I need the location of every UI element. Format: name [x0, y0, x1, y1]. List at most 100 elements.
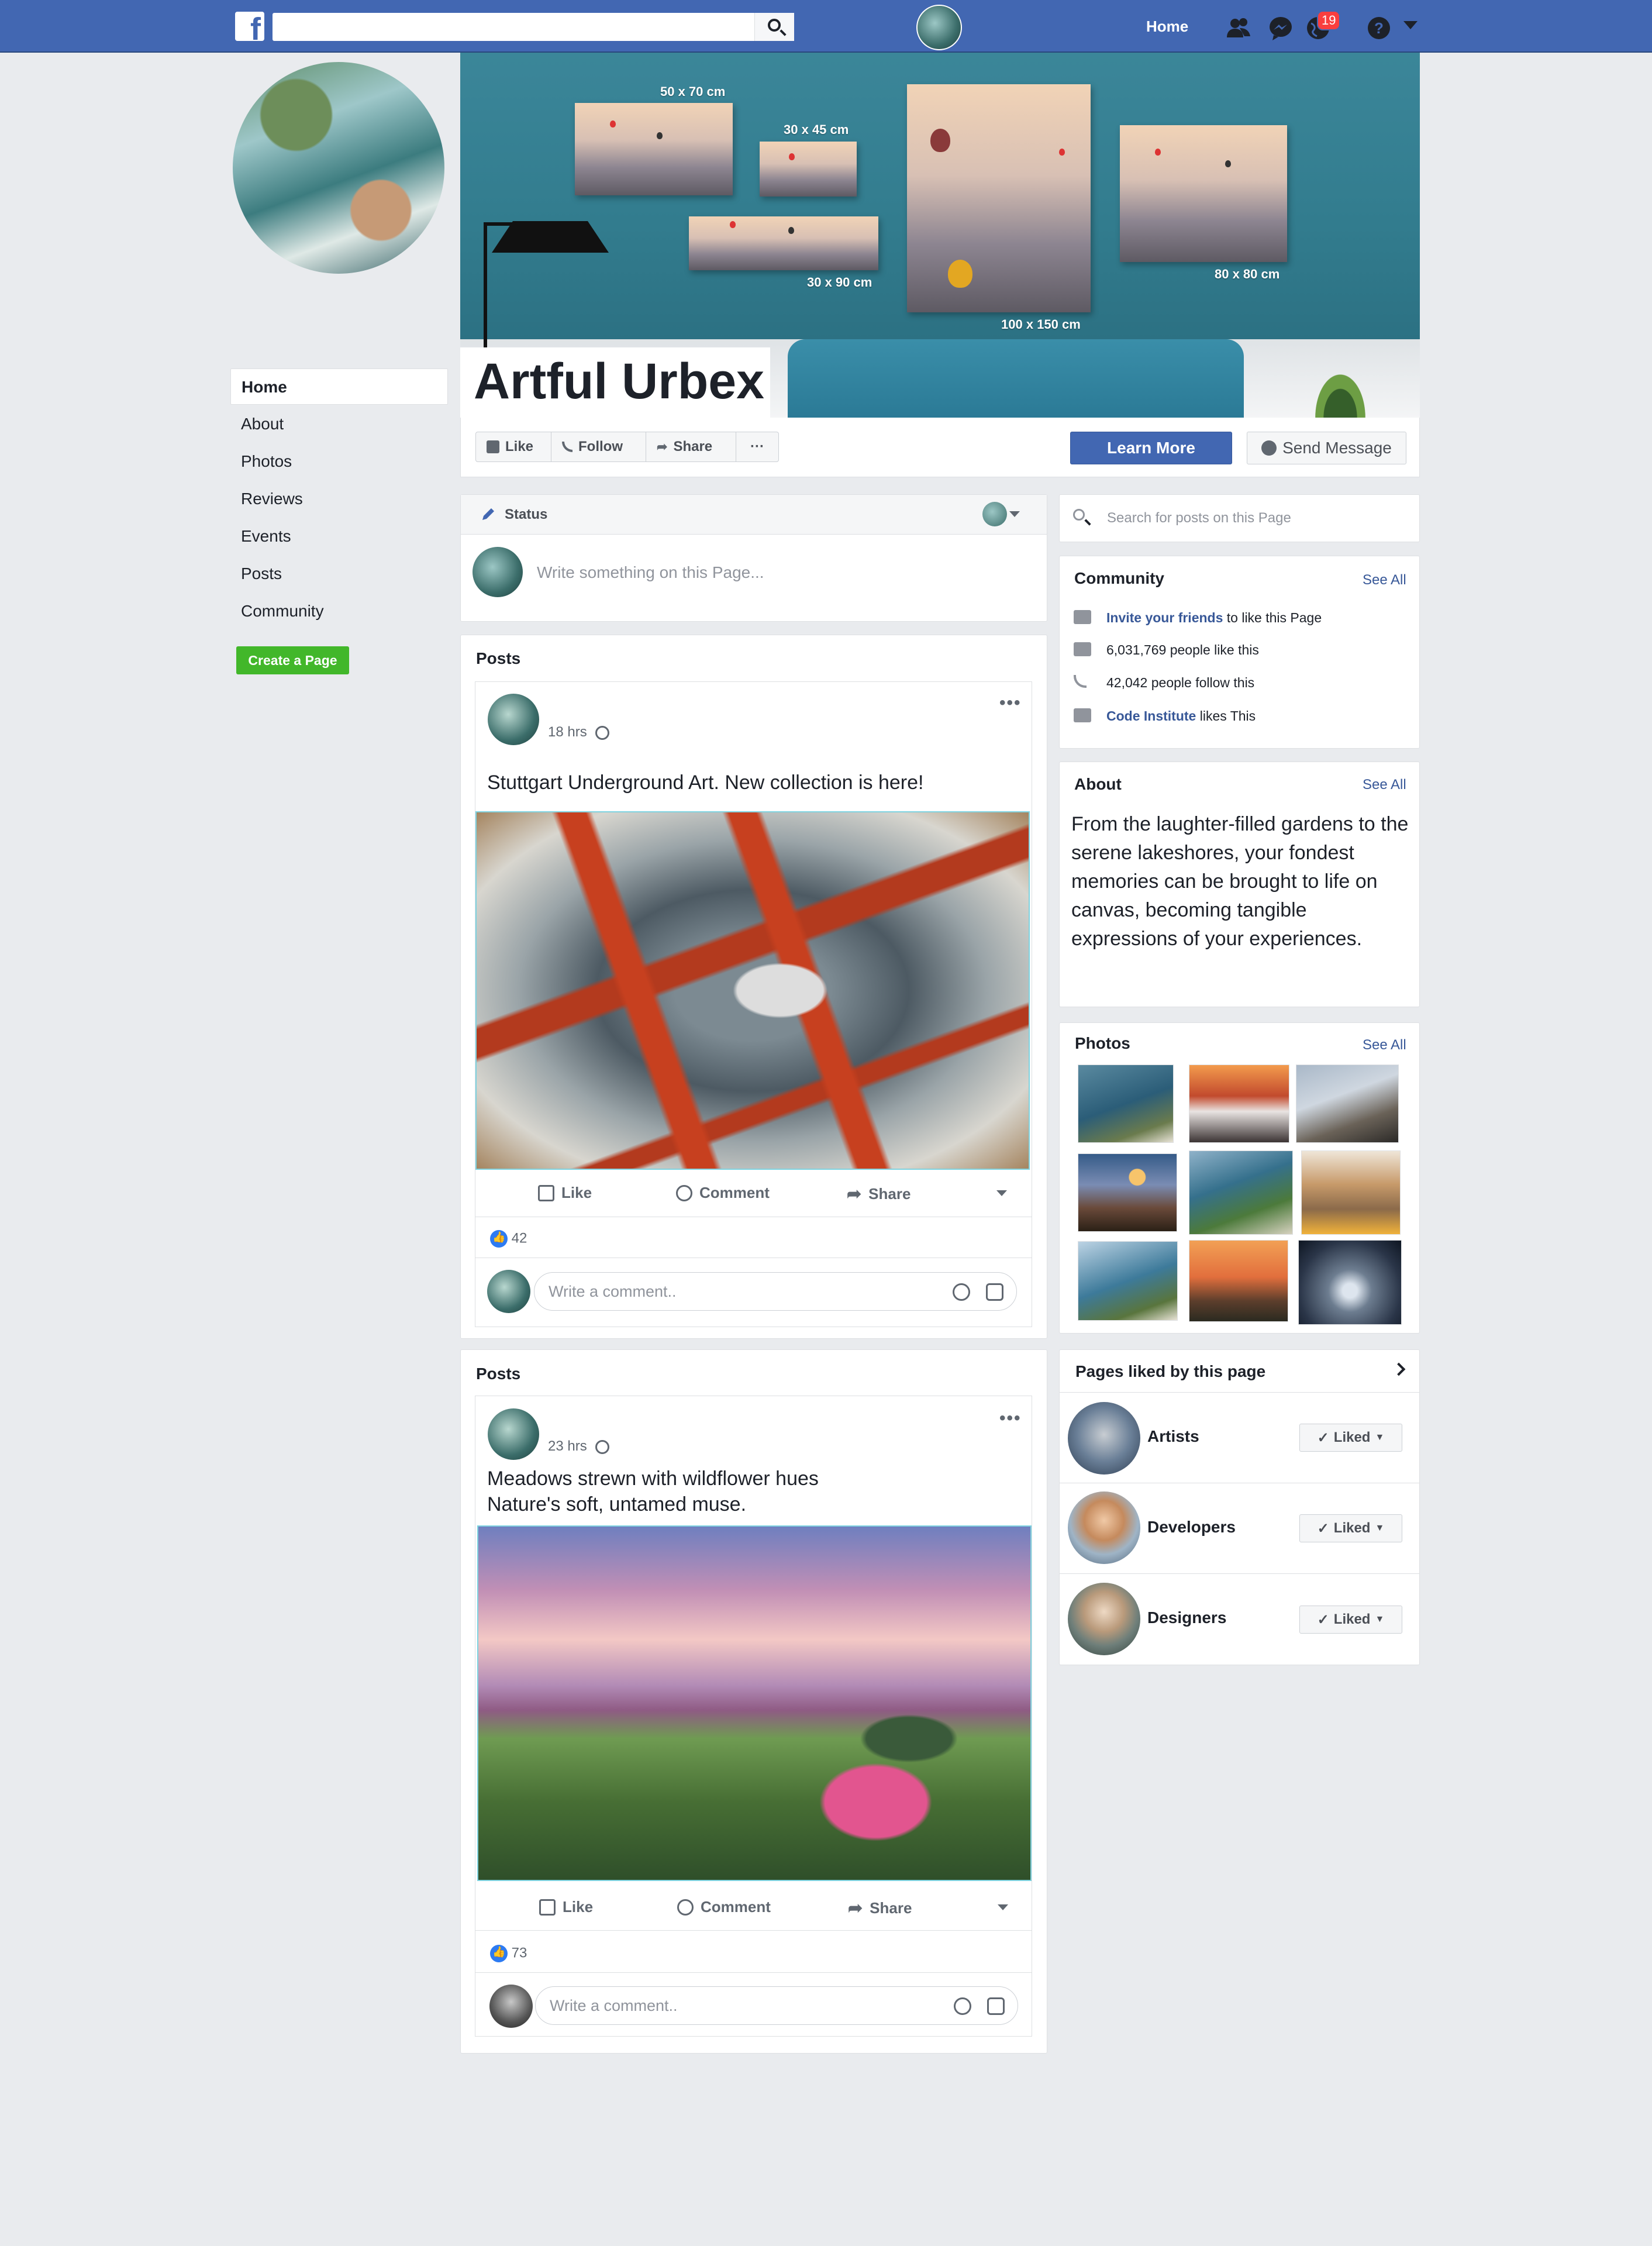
chevron-down-icon[interactable]	[1009, 511, 1020, 517]
post-options-icon[interactable]: •••	[999, 1408, 1022, 1428]
liked-toggle-button[interactable]: ✓ Liked ▼	[1299, 1606, 1402, 1634]
sidebar-item-posts[interactable]: Posts	[230, 556, 448, 592]
photo-thumbnail-1[interactable]	[1078, 1065, 1174, 1143]
facebook-logo-icon[interactable]: f	[235, 12, 264, 41]
post-timestamp[interactable]: 18 hrs	[548, 724, 609, 740]
friend-name-link[interactable]: Code Institute	[1106, 708, 1196, 724]
photo-thumbnail-6[interactable]	[1301, 1150, 1401, 1235]
like-count-text: 73	[511, 1945, 527, 1961]
photo-thumbnail-2[interactable]	[1189, 1065, 1289, 1143]
like-count[interactable]: 42	[490, 1230, 527, 1248]
more-options-button[interactable]: ···	[736, 432, 779, 462]
photo-thumbnail-4[interactable]	[1078, 1153, 1177, 1232]
photo-thumbnail-7[interactable]	[1078, 1241, 1178, 1321]
photo-thumbnail-5[interactable]	[1189, 1150, 1293, 1235]
global-search-input[interactable]	[273, 13, 794, 41]
liked-toggle-button[interactable]: ✓ Liked ▼	[1299, 1424, 1402, 1452]
divider	[1060, 1392, 1419, 1393]
sticker-icon[interactable]	[987, 1997, 1005, 2015]
liked-page-name[interactable]: Designers	[1147, 1608, 1226, 1627]
tab-status[interactable]: Status	[505, 507, 547, 523]
post-share-button[interactable]: ➦ Share	[848, 1898, 912, 1918]
post-image-underground-art[interactable]	[475, 811, 1030, 1170]
comment-input[interactable]: Write a comment..	[534, 1272, 1017, 1311]
post-comment-button[interactable]: Comment	[677, 1898, 771, 1916]
like-page-button[interactable]: Like	[475, 432, 551, 462]
status-input[interactable]: Write something on this Page...	[537, 563, 764, 582]
chevron-down-icon[interactable]	[996, 1190, 1007, 1196]
about-description: From the laughter-filled gardens to the …	[1071, 813, 1409, 950]
sidebar-item-community[interactable]: Community	[230, 593, 448, 629]
post-author-avatar[interactable]	[488, 694, 539, 745]
nav-home-link[interactable]: Home	[1146, 18, 1188, 36]
post-like-button[interactable]: Like	[538, 1184, 592, 1202]
page-profile-picture[interactable]	[229, 58, 448, 277]
post-author-avatar[interactable]	[488, 1408, 539, 1460]
send-message-button[interactable]: Send Message	[1247, 432, 1406, 464]
post-image-meadow[interactable]	[477, 1525, 1032, 1881]
messenger-small-icon	[1261, 440, 1277, 456]
emoji-icon[interactable]	[953, 1283, 970, 1301]
like-reaction-icon	[490, 1230, 508, 1248]
post-comment-button[interactable]: Comment	[676, 1184, 770, 1202]
divider	[475, 1930, 1032, 1931]
photo-thumbnail-3[interactable]	[1296, 1065, 1399, 1143]
photo-thumbnail-9[interactable]	[1298, 1240, 1402, 1325]
invite-friends-row[interactable]: Invite your friends to like this Page	[1106, 610, 1322, 626]
canvas-frame-30x45	[760, 142, 857, 197]
messenger-icon[interactable]	[1267, 14, 1295, 42]
sidebar-item-home[interactable]: Home	[230, 368, 448, 405]
friend-requests-icon[interactable]	[1225, 14, 1253, 42]
account-menu-caret-icon[interactable]	[1403, 21, 1418, 29]
sidebar-item-photos[interactable]: Photos	[230, 443, 448, 480]
frame-label-100x150: 100 x 150 cm	[1001, 317, 1081, 332]
about-see-all-link[interactable]: See All	[1363, 777, 1406, 793]
chevron-down-icon: ▼	[1375, 1432, 1385, 1442]
post-like-button[interactable]: Like	[539, 1898, 593, 1916]
comment-bubble-icon	[676, 1184, 692, 1201]
post-as-avatar[interactable]	[982, 502, 1007, 526]
page-follows-count: 42,042 people follow this	[1106, 675, 1255, 690]
invite-friends-link[interactable]: Invite your friends	[1106, 610, 1223, 625]
like-count[interactable]: 73	[490, 1945, 527, 1962]
chevron-down-icon: ▼	[1375, 1614, 1385, 1624]
liked-page-avatar[interactable]	[1068, 1402, 1140, 1475]
liked-page-name[interactable]: Developers	[1147, 1518, 1236, 1537]
post-share-button[interactable]: ➦ Share	[847, 1184, 911, 1204]
friend-likes-text: likes This	[1199, 708, 1256, 724]
frame-label-30x45: 30 x 45 cm	[784, 122, 849, 137]
chevron-down-icon[interactable]	[998, 1904, 1008, 1910]
search-button[interactable]	[754, 13, 794, 41]
sidebar-item-about[interactable]: About	[230, 406, 448, 442]
post-like-label: Like	[561, 1184, 592, 1201]
friends-icon	[1074, 610, 1091, 624]
rss-follow-icon	[562, 442, 572, 452]
liked-toggle-button[interactable]: ✓ Liked ▼	[1299, 1514, 1402, 1542]
canvas-frame-50x70	[575, 103, 733, 195]
share-page-button[interactable]: ➦ Share	[646, 432, 736, 462]
community-see-all-link[interactable]: See All	[1363, 572, 1406, 588]
photos-see-all-link[interactable]: See All	[1363, 1037, 1406, 1053]
post-options-icon[interactable]: •••	[999, 693, 1022, 713]
emoji-icon[interactable]	[954, 1997, 971, 2015]
sidebar-item-events[interactable]: Events	[230, 518, 448, 554]
share-arrow-icon: ➦	[847, 1184, 862, 1204]
photo-thumbnail-8[interactable]	[1189, 1240, 1288, 1322]
learn-more-button[interactable]: Learn More	[1070, 432, 1232, 464]
sticker-icon[interactable]	[986, 1283, 1003, 1301]
liked-page-name[interactable]: Artists	[1147, 1427, 1199, 1446]
sidebar-item-reviews[interactable]: Reviews	[230, 481, 448, 517]
like-count-text: 42	[511, 1230, 527, 1246]
commenter-avatar	[487, 1270, 530, 1313]
follow-page-button[interactable]: Follow	[551, 432, 646, 462]
help-icon[interactable]: ?	[1365, 14, 1393, 42]
pages-liked-title[interactable]: Pages liked by this page	[1075, 1362, 1265, 1381]
post-timestamp[interactable]: 23 hrs	[548, 1438, 609, 1455]
friends-icon	[1074, 708, 1091, 722]
comment-input[interactable]: Write a comment..	[535, 1986, 1018, 2025]
page-avatar-thumbnail[interactable]	[916, 5, 962, 50]
create-page-button[interactable]: Create a Page	[236, 646, 349, 674]
liked-page-avatar[interactable]	[1068, 1491, 1140, 1564]
post-time-text: 18 hrs	[548, 724, 587, 740]
liked-page-avatar[interactable]	[1068, 1583, 1140, 1655]
